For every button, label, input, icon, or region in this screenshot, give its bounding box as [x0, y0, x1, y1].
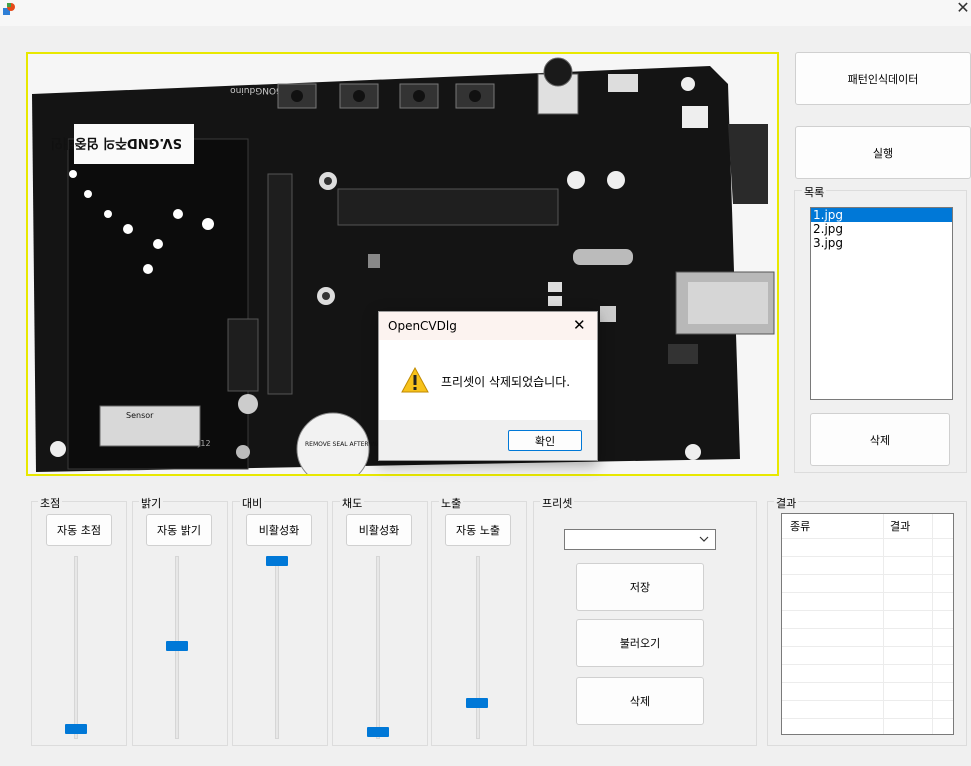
auto-exposure-button[interactable]: 자동 노출 [445, 514, 511, 546]
row-divider [782, 646, 953, 647]
message-dialog: OpenCVDlg ✕ 프리셋이 삭제되었습니다. 확인 [378, 311, 598, 461]
dialog-ok-button[interactable]: 확인 [508, 430, 582, 451]
row-divider [782, 700, 953, 701]
contrast-disable-button[interactable]: 비활성화 [246, 514, 312, 546]
brightness-slider-thumb[interactable] [166, 641, 188, 651]
row-divider [782, 664, 953, 665]
list-group-label: 목록 [802, 184, 827, 200]
preset-load-button[interactable]: 불러오기 [576, 619, 704, 667]
row-divider [782, 574, 953, 575]
auto-focus-button[interactable]: 자동 초점 [46, 514, 112, 546]
board-logo: GONGduino [230, 85, 283, 95]
row-divider [782, 610, 953, 611]
dialog-message: 프리셋이 삭제되었습니다. [441, 375, 571, 389]
saturation-slider-track[interactable] [376, 556, 380, 739]
preset-delete-button[interactable]: 삭제 [576, 677, 704, 725]
saturation-slider-thumb[interactable] [367, 727, 389, 737]
row-divider [782, 718, 953, 719]
row-divider [782, 682, 953, 683]
sensor-label: Sensor [126, 411, 154, 420]
result-table[interactable]: 종류 결과 [781, 513, 954, 735]
preset-label: 프리셋 [540, 495, 575, 511]
contrast-slider-thumb[interactable] [266, 556, 288, 566]
exposure-slider-thumb[interactable] [466, 698, 488, 708]
dialog-title: OpenCVDlg [388, 319, 457, 333]
preset-save-button[interactable]: 저장 [576, 563, 704, 611]
result-col-type: 종류 [790, 520, 811, 533]
pattern-data-button[interactable]: 패턴인식데이터 [795, 52, 971, 105]
exposure-slider-track[interactable] [476, 556, 480, 739]
dialog-close-button[interactable]: ✕ [573, 316, 586, 334]
row-divider [782, 592, 953, 593]
list-item[interactable]: 1.jpg [811, 208, 952, 222]
focus-slider-track[interactable] [74, 556, 78, 739]
preset-combobox[interactable] [564, 529, 716, 550]
auto-brightness-button[interactable]: 자동 밝기 [146, 514, 212, 546]
file-listbox[interactable]: 1.jpg 2.jpg 3.jpg [810, 207, 953, 400]
list-item[interactable]: 2.jpg [811, 222, 952, 236]
app-icon [3, 3, 15, 15]
result-label: 결과 [774, 495, 799, 511]
focus-slider-thumb[interactable] [65, 724, 87, 734]
column-divider [932, 514, 933, 734]
window-close-button[interactable]: ✕ [955, 0, 971, 18]
warning-icon [401, 367, 429, 393]
run-button[interactable]: 실행 [795, 126, 971, 179]
contrast-label: 대비 [240, 495, 265, 511]
chevron-down-icon[interactable] [699, 534, 709, 544]
row-divider [782, 538, 953, 539]
list-item[interactable]: 3.jpg [811, 236, 952, 250]
focus-label: 초점 [38, 495, 63, 511]
row-divider [782, 556, 953, 557]
saturation-label: 채도 [340, 495, 365, 511]
title-bar [0, 0, 971, 26]
saturation-disable-button[interactable]: 비활성화 [346, 514, 412, 546]
board-left-label: SV.GND주의 엄중배인 [51, 135, 182, 151]
column-divider [883, 514, 884, 734]
j12-label: J12 [197, 439, 211, 448]
brightness-label: 밝기 [139, 495, 164, 511]
row-divider [782, 628, 953, 629]
result-col-result: 결과 [890, 520, 911, 533]
contrast-slider-track[interactable] [275, 556, 279, 739]
exposure-label: 노출 [439, 495, 464, 511]
list-delete-button[interactable]: 삭제 [810, 413, 950, 466]
